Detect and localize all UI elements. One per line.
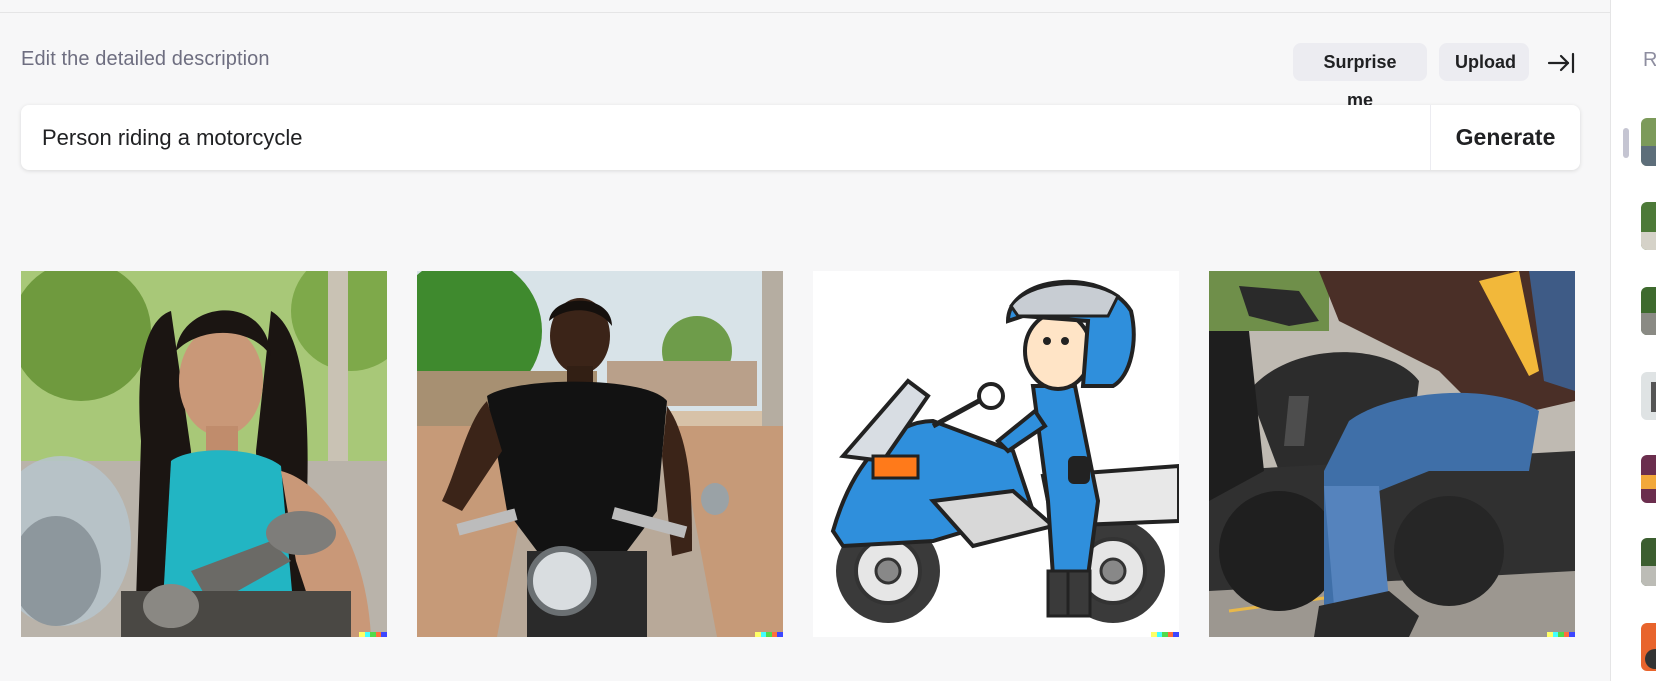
arrow-right-to-bar-icon (1547, 52, 1575, 74)
history-thumb-4[interactable] (1641, 372, 1656, 420)
result-image-2-graphic (417, 271, 783, 637)
result-image-3-graphic (813, 271, 1179, 637)
prompt-input[interactable] (42, 105, 1422, 170)
signature-strip (359, 632, 387, 637)
result-image-2[interactable] (417, 271, 783, 637)
history-thumb-7-graphic (1641, 623, 1656, 671)
history-thumb-3-graphic (1641, 287, 1656, 335)
result-image-4[interactable] (1209, 271, 1575, 637)
result-image-1[interactable] (21, 271, 387, 637)
result-image-1-graphic (21, 271, 387, 637)
result-image-4-graphic (1209, 271, 1575, 637)
main-panel: Edit the detailed description Surprise m… (0, 0, 1610, 681)
history-sidebar: R (1610, 0, 1656, 681)
results-grid (21, 271, 1581, 637)
history-thumb-2[interactable] (1641, 202, 1656, 250)
prompt-box: Generate (21, 105, 1580, 170)
generate-button[interactable]: Generate (1431, 105, 1580, 170)
signature-strip (1547, 632, 1575, 637)
history-thumb-1[interactable] (1641, 118, 1656, 166)
history-thumb-7[interactable] (1641, 623, 1656, 671)
sidebar-scrollbar[interactable] (1623, 128, 1629, 158)
history-thumb-2-graphic (1641, 202, 1656, 250)
history-thumb-3[interactable] (1641, 287, 1656, 335)
history-thumb-5[interactable] (1641, 455, 1656, 503)
history-thumb-1-graphic (1641, 118, 1656, 166)
section-label: Edit the detailed description (21, 48, 270, 70)
sidebar-title: R (1643, 49, 1656, 71)
history-thumb-5-graphic (1641, 455, 1656, 503)
history-thumb-6-graphic (1641, 538, 1656, 586)
history-thumb-6[interactable] (1641, 538, 1656, 586)
collapse-sidebar-button[interactable] (1546, 48, 1576, 78)
surprise-me-button[interactable]: Surprise me (1293, 43, 1427, 110)
signature-strip (1151, 632, 1179, 637)
history-thumb-4-graphic (1641, 372, 1656, 420)
top-bar (0, 0, 1610, 13)
upload-button[interactable]: Upload (1439, 43, 1529, 81)
result-image-3[interactable] (813, 271, 1179, 637)
app: Edit the detailed description Surprise m… (0, 0, 1656, 681)
signature-strip (755, 632, 783, 637)
